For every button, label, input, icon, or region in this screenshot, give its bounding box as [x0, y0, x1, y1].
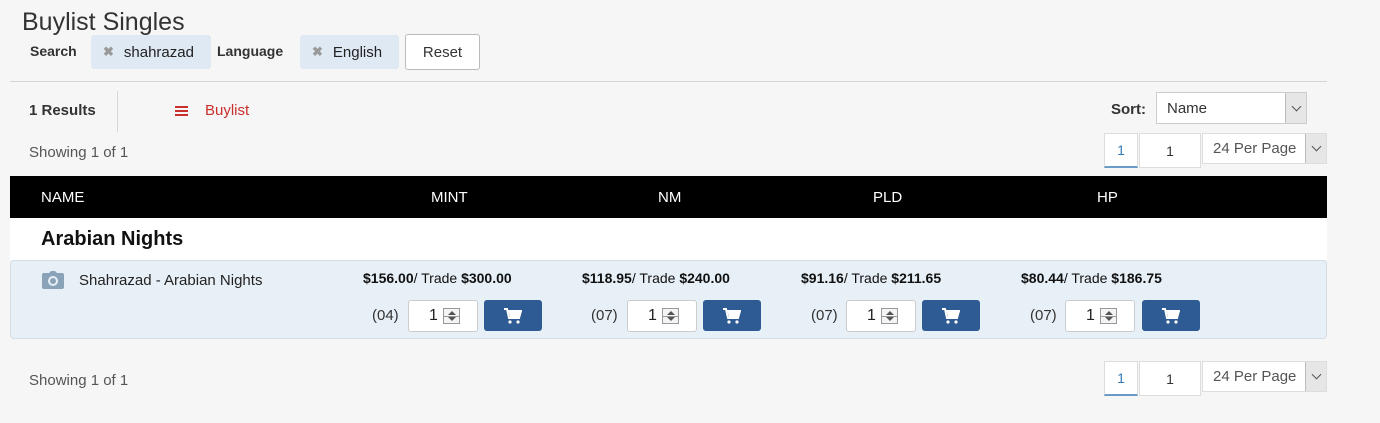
remove-icon[interactable]: ✖	[103, 44, 114, 60]
cash-price: $156.00	[363, 270, 414, 286]
available-quantity: (07)	[811, 307, 838, 324]
quantity-value: 1	[867, 307, 876, 324]
price-pld: $91.16/ Trade $211.65	[801, 270, 941, 286]
chevron-down-icon	[1285, 93, 1306, 123]
showing-text: Showing 1 of 1	[29, 144, 129, 161]
cart-icon	[942, 307, 960, 324]
page-current[interactable]: 1	[1104, 133, 1138, 168]
remove-icon[interactable]: ✖	[312, 44, 323, 60]
page-current[interactable]: 1	[1104, 361, 1138, 396]
buylist-link[interactable]: Buylist	[175, 102, 249, 119]
camera-icon[interactable]	[42, 271, 64, 294]
available-quantity: (07)	[591, 307, 618, 324]
menu-icon	[175, 104, 188, 118]
quantity-stepper[interactable]: 1	[1065, 300, 1135, 332]
quantity-stepper[interactable]: 1	[846, 300, 916, 332]
spinner-icon[interactable]	[881, 308, 898, 324]
cart-icon	[1162, 307, 1180, 324]
search-filter-value: shahrazad	[123, 43, 194, 61]
trade-separator: / Trade	[1063, 270, 1112, 286]
showing-text: Showing 1 of 1	[29, 372, 129, 389]
price-mint: $156.00/ Trade $300.00	[363, 270, 512, 286]
per-page-select[interactable]: 24 Per Page	[1202, 361, 1327, 392]
page-input[interactable]: 1	[1139, 361, 1201, 396]
sort-select[interactable]: Name	[1156, 92, 1307, 124]
available-quantity: (07)	[1030, 307, 1057, 324]
search-filter-chip[interactable]: ✖ shahrazad	[91, 35, 211, 69]
buylist-link-label: Buylist	[205, 102, 250, 119]
spinner-icon[interactable]	[1100, 308, 1117, 324]
table-header: NAME MINT NM PLD HP	[10, 176, 1327, 218]
sort-select-value: Name	[1167, 99, 1208, 117]
column-header-pld: PLD	[873, 189, 903, 206]
column-header-mint: MINT	[431, 189, 468, 206]
divider	[117, 91, 118, 132]
set-group-title: Arabian Nights	[41, 228, 184, 250]
price-hp: $80.44/ Trade $186.75	[1021, 270, 1162, 286]
cash-price: $80.44	[1021, 270, 1064, 286]
add-to-cart-button[interactable]	[484, 300, 542, 331]
column-header-nm: NM	[658, 189, 682, 206]
divider	[10, 81, 1327, 82]
per-page-value: 24 Per Page	[1213, 368, 1297, 385]
cart-icon	[723, 307, 741, 324]
cash-price: $118.95	[582, 270, 632, 286]
per-page-value: 24 Per Page	[1213, 140, 1297, 157]
chevron-down-icon	[1305, 362, 1326, 391]
language-filter-value: English	[332, 43, 383, 61]
language-label: Language	[217, 43, 284, 59]
trade-price: $186.75	[1111, 270, 1162, 286]
quantity-stepper[interactable]: 1	[408, 300, 478, 332]
quantity-value: 1	[1086, 307, 1095, 324]
set-group-row: Arabian Nights	[10, 218, 1327, 260]
quantity-value: 1	[648, 307, 657, 324]
results-count: 1 Results	[29, 102, 96, 119]
cart-icon	[504, 307, 522, 324]
search-label: Search	[30, 43, 77, 59]
column-header-hp: HP	[1097, 189, 1118, 206]
available-quantity: (04)	[372, 307, 399, 324]
reset-button[interactable]: Reset	[405, 34, 480, 70]
spinner-icon[interactable]	[443, 308, 460, 324]
trade-price: $211.65	[891, 270, 942, 286]
product-name[interactable]: Shahrazad - Arabian Nights	[79, 272, 262, 289]
price-nm: $118.95/ Trade $240.00	[582, 270, 730, 286]
trade-price: $240.00	[679, 270, 730, 286]
quantity-stepper[interactable]: 1	[627, 300, 697, 332]
chevron-down-icon	[1305, 134, 1326, 163]
per-page-select[interactable]: 24 Per Page	[1202, 133, 1327, 164]
language-filter-chip[interactable]: ✖ English	[300, 35, 399, 69]
quantity-value: 1	[429, 307, 438, 324]
page-input[interactable]: 1	[1139, 133, 1201, 168]
table-row: Shahrazad - Arabian Nights $156.00/ Trad…	[10, 260, 1327, 339]
add-to-cart-button[interactable]	[922, 300, 980, 331]
spinner-icon[interactable]	[662, 308, 679, 324]
column-header-name: NAME	[41, 189, 85, 206]
page-title: Buylist Singles	[22, 8, 185, 36]
trade-price: $300.00	[461, 270, 512, 286]
sort-label: Sort:	[1111, 101, 1146, 118]
cash-price: $91.16	[801, 270, 844, 286]
add-to-cart-button[interactable]	[1142, 300, 1200, 331]
trade-separator: / Trade	[631, 270, 680, 286]
trade-separator: / Trade	[413, 270, 462, 286]
trade-separator: / Trade	[843, 270, 892, 286]
add-to-cart-button[interactable]	[703, 300, 761, 331]
